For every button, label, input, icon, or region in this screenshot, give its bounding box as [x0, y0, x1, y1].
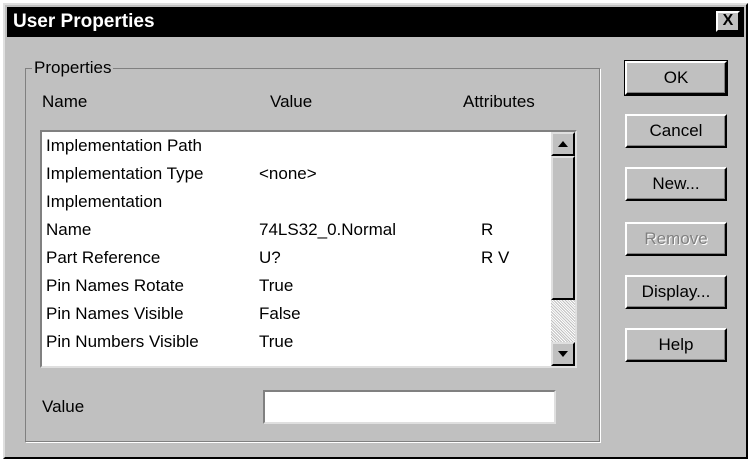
close-icon: X [722, 12, 734, 29]
arrow-down-icon [558, 351, 568, 357]
display-button[interactable]: Display... [625, 275, 727, 309]
property-name: Implementation Type [46, 164, 204, 183]
property-name: Name [46, 220, 92, 239]
properties-list[interactable]: Implementation Path Implementation Type … [40, 130, 577, 368]
value-label: Value [42, 397, 85, 416]
property-name: Part Reference [46, 248, 161, 267]
title-bar: User Properties X [7, 7, 744, 37]
scrollbar-thumb[interactable] [551, 156, 575, 300]
ok-button[interactable]: OK [624, 60, 728, 96]
list-item[interactable]: Implementation Path [46, 136, 546, 160]
properties-group-label: Properties [32, 58, 114, 78]
value-input[interactable] [263, 390, 556, 424]
remove-button[interactable]: Remove [625, 222, 727, 256]
column-header-name: Name [42, 92, 88, 111]
arrow-up-icon [558, 141, 568, 147]
property-value: U? [259, 248, 281, 267]
property-name: Pin Numbers Visible [46, 332, 199, 351]
property-attributes: R [481, 220, 494, 239]
list-item[interactable]: Pin Numbers Visible True [46, 332, 546, 356]
list-item[interactable]: Pin Names Visible False [46, 304, 546, 328]
property-name: Implementation Path [46, 136, 202, 155]
close-button[interactable]: X [716, 11, 740, 32]
cancel-button[interactable]: Cancel [625, 114, 727, 148]
help-button[interactable]: Help [625, 328, 727, 362]
vertical-scrollbar[interactable] [551, 132, 575, 366]
property-name: Pin Names Rotate [46, 276, 184, 295]
property-value: 74LS32_0.Normal [259, 220, 397, 239]
list-item[interactable]: Part Reference U? R V [46, 248, 546, 272]
list-item[interactable]: Pin Names Rotate True [46, 276, 546, 300]
column-header-attributes: Attributes [463, 92, 535, 111]
property-value: <none> [259, 164, 317, 183]
property-name: Pin Names Visible [46, 304, 184, 323]
property-value: True [259, 332, 294, 351]
scroll-up-button[interactable] [551, 132, 575, 156]
list-item[interactable]: Implementation [46, 192, 546, 216]
property-value: False [259, 304, 301, 323]
property-attributes: R V [481, 248, 510, 267]
property-name: Implementation [46, 192, 163, 211]
dialog-title: User Properties [13, 11, 155, 32]
new-button[interactable]: New... [625, 167, 727, 201]
scroll-down-button[interactable] [551, 342, 575, 366]
column-header-value: Value [270, 92, 313, 111]
list-item[interactable]: Implementation Type <none> [46, 164, 546, 188]
list-item[interactable]: Name 74LS32_0.Normal R [46, 220, 546, 244]
property-value: True [259, 276, 294, 295]
